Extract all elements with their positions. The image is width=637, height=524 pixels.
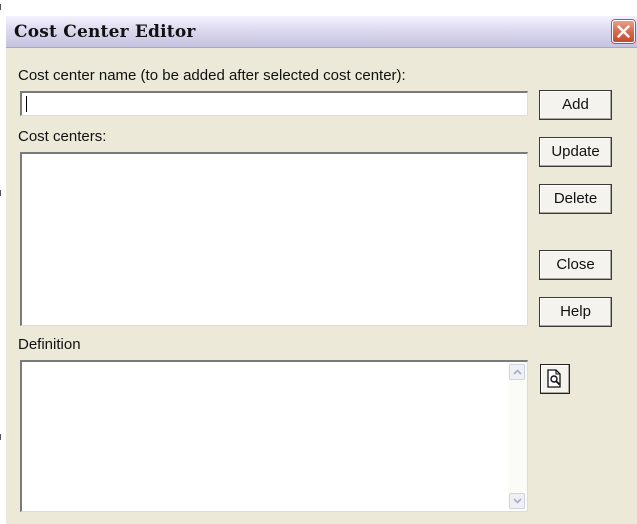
close-window-button[interactable] [612, 20, 635, 43]
close-button[interactable]: Close [539, 250, 612, 280]
delete-button[interactable]: Delete [539, 184, 612, 214]
cost-center-name-label: Cost center name (to be added after sele… [18, 67, 406, 84]
title-bar[interactable]: Cost Center Editor [6, 16, 637, 48]
print-preview-button[interactable] [540, 364, 570, 394]
update-button[interactable]: Update [539, 137, 612, 167]
cost-centers-list[interactable] [20, 152, 528, 326]
chevron-up-icon [513, 369, 522, 375]
edge-mark [0, 434, 1, 440]
cost-center-name-input[interactable] [20, 91, 528, 116]
window-title: Cost Center Editor [14, 22, 196, 42]
chevron-down-icon [513, 498, 522, 504]
edge-mark [0, 190, 1, 196]
add-button[interactable]: Add [539, 90, 612, 120]
scroll-up-button[interactable] [509, 364, 525, 380]
text-caret [26, 96, 27, 112]
print-preview-icon [547, 369, 561, 388]
close-x-icon [617, 25, 630, 38]
definition-textarea[interactable] [20, 360, 528, 512]
help-button[interactable]: Help [539, 297, 612, 327]
cost-center-editor-dialog: Cost Center Editor Cost center name (to … [6, 16, 637, 524]
cost-centers-label: Cost centers: [18, 128, 107, 145]
edge-mark [0, 4, 1, 10]
definition-label: Definition [18, 336, 81, 353]
definition-scrollbar[interactable] [508, 362, 527, 511]
scroll-down-button[interactable] [509, 493, 525, 509]
